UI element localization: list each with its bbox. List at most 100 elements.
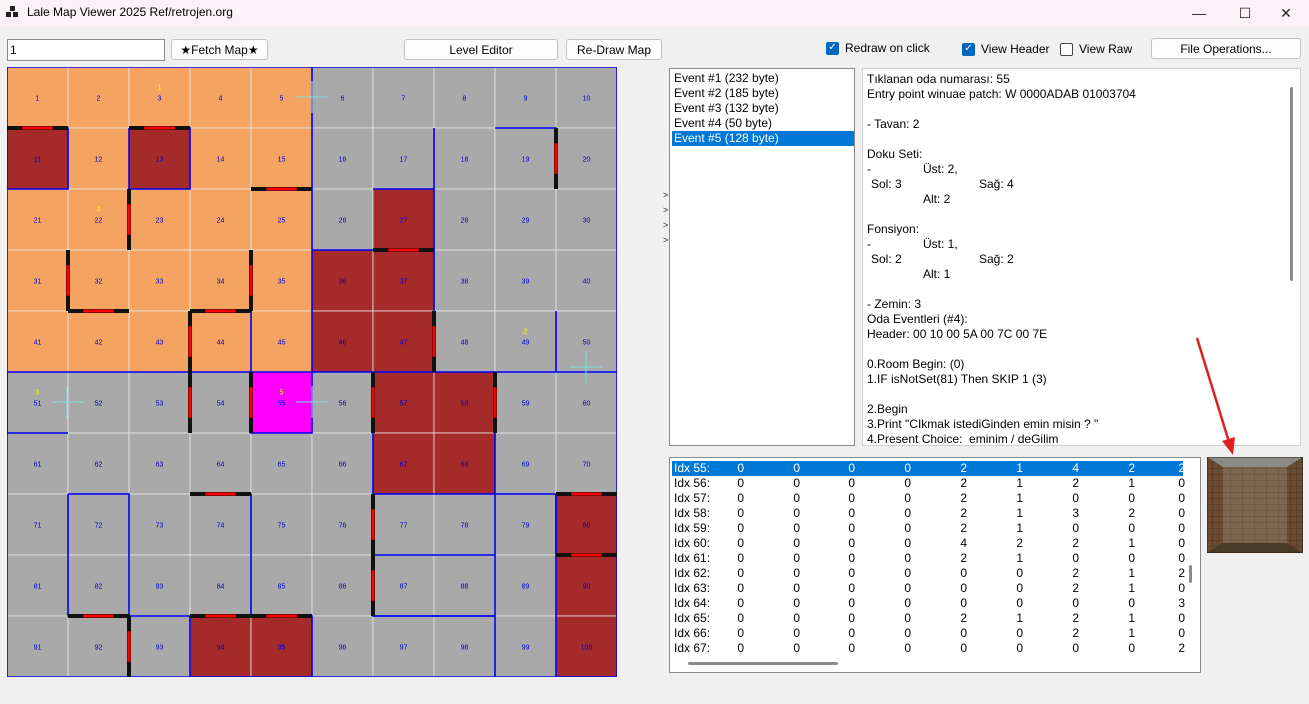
detail-line: Sağ: 2 (979, 252, 1014, 266)
room-number: 52 (95, 401, 103, 408)
file-operations-button[interactable]: File Operations... (1151, 38, 1301, 59)
table-cell: 0 (1016, 626, 1023, 640)
table-vertical-scrollbar[interactable] (1189, 565, 1192, 583)
event-item[interactable]: Event #3 (132 byte) (672, 101, 854, 116)
room-detail-panel[interactable]: Tıklanan oda numarası: 55 Entry point wi… (862, 68, 1301, 446)
detail-line: 4.Present Choice: eminim / deGilim (867, 432, 1059, 446)
table-row[interactable]: Idx 61: 0 0 0 0 2 1 0 0 0 (672, 551, 1185, 566)
row-label: Idx 64: (674, 596, 711, 610)
redraw-map-button[interactable]: Re-Draw Map (566, 39, 662, 60)
table-cell: 0 (793, 581, 800, 595)
table-row[interactable]: Idx 62: 0 0 0 0 0 0 2 1 2 (672, 566, 1185, 581)
room-number: 58 (461, 401, 469, 408)
detail-line: Üst: 2, (923, 162, 958, 176)
table-cell: 0 (1016, 641, 1023, 655)
view-header-label: View Header (981, 42, 1050, 56)
view-header-checkbox[interactable]: ✓ View Header (962, 42, 1049, 56)
detail-line: - Zemin: 3 (867, 297, 922, 311)
fetch-map-button[interactable]: ★Fetch Map★ (171, 39, 268, 60)
event-item[interactable]: Event #1 (232 byte) (672, 71, 854, 86)
room-number: 16 (339, 157, 347, 164)
row-label: Idx 65: (674, 611, 711, 625)
room-number: 42 (95, 340, 103, 347)
table-cell: 0 (793, 551, 800, 565)
room-number: 50 (583, 340, 591, 347)
detail-scrollbar[interactable] (1290, 87, 1293, 281)
room-number: 9 (524, 96, 528, 103)
room-number: 14 (217, 157, 225, 164)
table-cell: 1 (1128, 566, 1135, 580)
table-row[interactable]: Idx 59: 0 0 0 0 2 1 0 0 0 (672, 521, 1185, 536)
table-row[interactable]: Idx 57: 0 0 0 0 2 1 0 0 0 (672, 491, 1185, 506)
table-row[interactable]: Idx 66: 0 0 0 0 0 0 2 1 0 (672, 626, 1185, 641)
table-cell: 0 (793, 491, 800, 505)
table-row[interactable]: Idx 55: 0 0 0 0 2 1 4 2 2 (672, 461, 1185, 476)
level-editor-button[interactable]: Level Editor (404, 39, 558, 60)
table-cell: 0 (737, 626, 744, 640)
room-number: 15 (278, 157, 286, 164)
room-number: 7 (402, 96, 406, 103)
table-cell: 0 (737, 521, 744, 535)
room-number: 80 (583, 523, 591, 530)
redraw-on-click-checkbox[interactable]: ✓ Redraw on click (826, 41, 930, 55)
room-number: 59 (522, 401, 530, 408)
table-cell: 0 (793, 506, 800, 520)
checkbox-box[interactable]: ✓ (962, 42, 975, 56)
table-cell: 0 (904, 596, 911, 610)
room-number: 57 (400, 401, 408, 408)
checkbox-box[interactable] (1060, 42, 1073, 56)
table-row[interactable]: Idx 64: 0 0 0 0 0 0 0 0 3 (672, 596, 1185, 611)
table-row[interactable]: Idx 56: 0 0 0 0 2 1 2 1 0 (672, 476, 1185, 491)
table-row[interactable]: Idx 63: 0 0 0 0 0 0 2 1 0 (672, 581, 1185, 596)
event-marker: 4 (97, 207, 101, 214)
room-number: 1 (36, 96, 40, 103)
room-number: 81 (34, 584, 42, 591)
table-cell: 1 (1128, 476, 1135, 490)
dungeon-map[interactable]: 1 2 3 4 5 6 7 8 9 1011 12 13 14 15 16 17 18 19 2021 22 23 24 2… (7, 67, 617, 677)
table-cell: 0 (737, 491, 744, 505)
table-cell: 2 (960, 506, 967, 520)
room-number: 37 (400, 279, 408, 286)
table-row[interactable]: Idx 65: 0 0 0 0 2 1 2 1 0 (672, 611, 1185, 626)
room-number: 99 (522, 645, 530, 652)
table-cell: 1 (1016, 491, 1023, 505)
view-raw-checkbox[interactable]: View Raw (1060, 42, 1132, 56)
room-number: 47 (400, 340, 408, 347)
event-item[interactable]: Event #5 (128 byte) (672, 131, 854, 146)
table-cell: 0 (1128, 596, 1135, 610)
table-row[interactable]: Idx 67: 0 0 0 0 0 0 0 0 2 (672, 641, 1185, 656)
detail-line: Alt: 1 (923, 267, 951, 281)
event-item[interactable]: Event #2 (185 byte) (672, 86, 854, 101)
table-cell: 0 (1178, 506, 1185, 520)
table-cell: 2 (1072, 476, 1079, 490)
table-cell: 2 (960, 476, 967, 490)
room-index-table[interactable]: Idx 55: 0 0 0 0 2 1 4 2 2 Idx 56: 0 0 0 0 2 1 2 1 0 Idx 57: 0… (669, 457, 1201, 673)
room-number: 5 (280, 96, 284, 103)
table-cell: 2 (960, 551, 967, 565)
room-number: 27 (400, 218, 408, 225)
room-number: 22 (95, 218, 103, 225)
table-cell: 0 (737, 611, 744, 625)
map-number-input[interactable] (7, 39, 165, 61)
table-row[interactable]: Idx 60: 0 0 0 0 4 2 2 1 0 (672, 536, 1185, 551)
maximize-button[interactable]: ☐ (1222, 0, 1268, 26)
table-horizontal-scrollbar[interactable] (688, 662, 838, 665)
table-cell: 1 (1128, 611, 1135, 625)
checkbox-box[interactable]: ✓ (826, 41, 839, 55)
room-preview-image (1207, 457, 1303, 553)
room-number: 11 (34, 157, 41, 164)
room-number: 69 (522, 462, 530, 469)
table-cell: 0 (848, 626, 855, 640)
room-number: 82 (95, 584, 103, 591)
event-item[interactable]: Event #4 (50 byte) (672, 116, 854, 131)
row-label: Idx 56: (674, 476, 711, 490)
event-list[interactable]: Event #1 (232 byte) Event #2 (185 byte) … (669, 68, 855, 446)
table-row[interactable]: Idx 58: 0 0 0 0 2 1 3 2 0 (672, 506, 1185, 521)
minimize-button[interactable]: — (1176, 0, 1222, 26)
close-button[interactable]: ✕ (1263, 0, 1309, 26)
table-cell: 0 (848, 596, 855, 610)
table-cell: 0 (904, 611, 911, 625)
table-cell: 0 (1178, 611, 1185, 625)
table-cell: 0 (1128, 551, 1135, 565)
table-cell: 0 (904, 536, 911, 550)
